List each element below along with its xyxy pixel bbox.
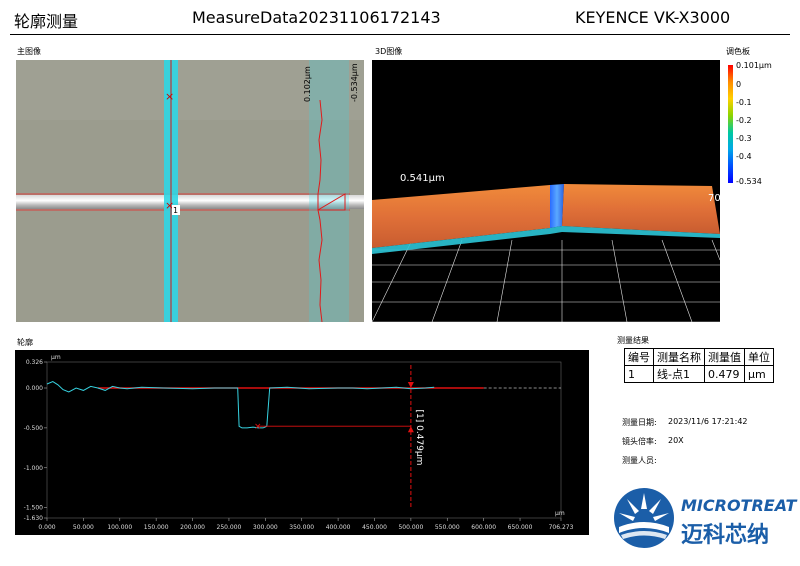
y-tick-label: 0.326 <box>26 359 43 366</box>
y-tick-label: 0.000 <box>26 385 43 392</box>
x-tick-label: 550.000 <box>435 524 460 531</box>
date-label: 测量日期: <box>622 418 657 427</box>
results-header-row: 编号 测量名称 测量值 单位 <box>624 348 774 366</box>
measure-annotation: [1] 0.479μm <box>414 410 424 466</box>
marker-x-top: × <box>165 90 174 103</box>
y-tick-label: -0.500 <box>24 425 44 432</box>
x-tick-label: 706.273 <box>549 524 574 531</box>
x-tick-label: 100.000 <box>107 524 132 531</box>
x-tick-label: 250.000 <box>217 524 242 531</box>
results-table: 编号 测量名称 测量值 单位 1 线-点1 0.479 μm <box>624 348 774 383</box>
x-tick-label: 0.000 <box>38 524 55 531</box>
floor-grid <box>372 239 720 322</box>
y-tick-label: -1.630 <box>24 515 44 522</box>
result-unit: μm <box>744 365 774 383</box>
colorbar-tick-label: -0.1 <box>736 98 752 107</box>
profile-label: 轮廓 <box>17 338 33 347</box>
surface-right <box>562 184 720 234</box>
results-header-cell: 测量值 <box>704 348 745 366</box>
main-image-svg: × × 1 0.102μm -0.534μm <box>16 60 364 322</box>
x-tick-label: 400.000 <box>326 524 351 531</box>
measure-point-marker: × <box>254 422 262 432</box>
y-tick-label: -1.500 <box>24 505 44 512</box>
logo-text-en: MICROTREAT <box>681 496 797 515</box>
results-label: 测量结果 <box>617 336 649 345</box>
surface-trench <box>550 184 564 228</box>
overlay-max-label: 0.102μm <box>303 66 312 102</box>
lens-value: 20X <box>668 436 684 445</box>
x-tick-label: 300.000 <box>253 524 278 531</box>
x-tick-label: 650.000 <box>508 524 533 531</box>
profile-chart: 0.326 0.000 -0.500 -1.000 -1.500 -1.630 0.000 5… <box>24 354 574 531</box>
colorbar-label: 调色板 <box>726 47 750 56</box>
profile-overlay-band <box>309 60 349 322</box>
overlay-min-label: -0.534μm <box>350 63 359 102</box>
table-row[interactable]: 1 线-点1 0.479 μm <box>624 365 774 383</box>
colorbar-strip <box>728 65 733 183</box>
colorbar-ticks: 0.101μm 0 -0.1 -0.2 -0.3 -0.4 -0.534 <box>736 61 786 191</box>
plot-frame <box>46 361 562 519</box>
measure-arrow-top <box>407 382 414 388</box>
x-unit-label: μm <box>555 510 565 517</box>
profile-panel[interactable]: 0.326 0.000 -0.500 -1.000 -1.500 -1.630 0.000 5… <box>15 350 589 535</box>
colorbar-tick-label: -0.2 <box>736 116 752 125</box>
lens-label: 镜头倍率: <box>622 437 657 446</box>
colorbar-tick-label: -0.4 <box>736 152 752 161</box>
view3d-panel[interactable]: 0.541μm 70 <box>372 60 720 322</box>
results-header-cell: 单位 <box>744 348 774 366</box>
y-tick-label: -1.000 <box>24 465 44 472</box>
logo-mark-icon <box>613 487 675 549</box>
results-header-cell: 编号 <box>624 348 654 366</box>
height-label: 0.541μm <box>400 173 445 184</box>
main-image-label: 主图像 <box>17 47 41 56</box>
instrument-name: KEYENCE VK-X3000 <box>575 8 731 27</box>
colorbar-tick-label: -0.534 <box>736 177 762 186</box>
x-tick-label: 150.000 <box>144 524 169 531</box>
x-tick-label: 50.000 <box>73 524 94 531</box>
y-unit-label: μm <box>51 354 61 361</box>
report-title: 轮廓测量 <box>14 12 79 31</box>
view3d-svg: 0.541μm 70 <box>372 173 720 322</box>
x-tick-label: 350.000 <box>289 524 314 531</box>
operator-label: 测量人员: <box>622 456 657 465</box>
view3d-label: 3D图像 <box>375 47 403 56</box>
edge-label: 70 <box>708 193 720 204</box>
date-value: 2023/11/6 17:21:42 <box>668 417 748 426</box>
measure-arrow-bottom <box>407 426 414 433</box>
result-value: 0.479 <box>704 365 745 383</box>
x-tick-label: 200.000 <box>180 524 205 531</box>
result-name: 线-点1 <box>653 365 705 383</box>
marker-label: 1 <box>173 206 178 215</box>
colorbar-tick-label: 0.101μm <box>736 61 772 70</box>
header-divider <box>10 34 790 35</box>
colorbar-tick-label: 0 <box>736 80 742 89</box>
x-tick-label: 500.000 <box>398 524 423 531</box>
result-id: 1 <box>624 365 654 383</box>
file-name: MeasureData20231106172143 <box>192 8 441 27</box>
x-tick-label: 450.000 <box>362 524 387 531</box>
x-tick-label: 600.000 <box>471 524 496 531</box>
main-image-panel[interactable]: × × 1 0.102μm -0.534μm <box>16 60 364 322</box>
results-header-cell: 测量名称 <box>653 348 705 366</box>
colorbar-tick-label: -0.3 <box>736 134 752 143</box>
logo-mark-svg <box>614 488 674 548</box>
results-table-wrap: 编号 测量名称 测量值 单位 1 线-点1 0.479 μm <box>624 348 774 383</box>
logo-text-cn: 迈科芯纳 <box>681 523 770 548</box>
